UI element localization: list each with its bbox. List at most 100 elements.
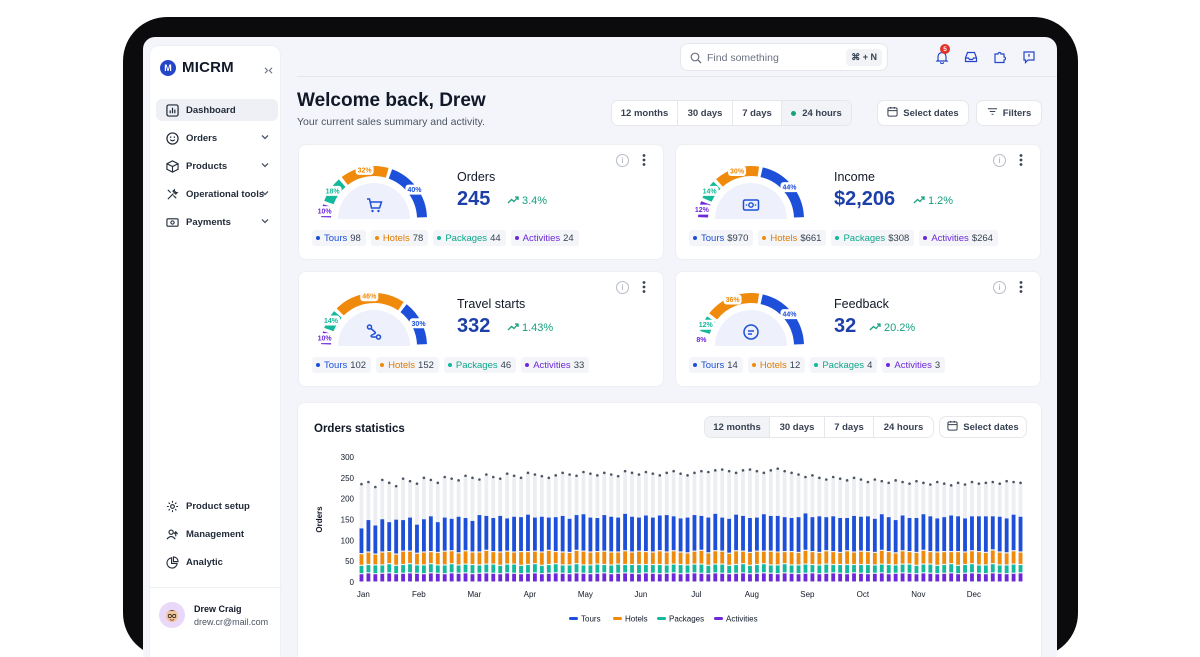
total-marker [700,469,703,473]
stats-range-30-days[interactable]: 30 days [770,417,825,437]
bar-hotels [872,553,877,565]
total-marker [776,467,780,470]
bar-packages [970,564,974,573]
filter-icon [987,106,998,120]
total-marker [956,481,960,485]
bar-activities [1011,573,1016,582]
feedback-icon[interactable] [1022,50,1036,64]
bar-activities [505,573,510,582]
gauge-label: 30% [412,321,427,328]
bar-packages [831,565,836,573]
sidebar-item-operational-tools[interactable]: Operational tools [156,183,278,205]
total-marker [720,468,724,471]
sidebar-item-product-setup[interactable]: Product setup [156,495,278,517]
bar-packages [616,564,621,573]
stats-range-12-months[interactable]: 12 months [705,417,770,437]
bar-tours [380,519,385,552]
brand[interactable]: M MICRM [160,59,234,76]
range-12-months[interactable]: 12 months [612,101,678,125]
total-marker [734,471,738,475]
total-marker [672,469,675,473]
bar-tours [415,524,419,553]
sidebar-item-dashboard[interactable]: Dashboard [156,99,278,121]
bar-packages [560,565,565,573]
bar-packages [623,565,628,573]
bar-tours [963,518,967,552]
stats-range-24-hours[interactable]: 24 hours [874,417,933,437]
bar-activities [456,573,461,582]
info-icon[interactable]: i [993,281,1006,294]
bar-packages [463,564,468,573]
legend-chip: Hotels $661 [758,230,827,246]
gauge-chart: 10% 18% 32% 40% [315,164,427,219]
bar-tours [949,515,954,551]
total-marker [658,474,662,477]
bar-hotels [366,552,371,564]
info-icon[interactable]: i [616,154,629,167]
bar-hotels [831,552,836,564]
bar-packages [803,564,808,573]
bar-activities [387,573,392,582]
bar-activities [428,573,433,582]
sidebar-item-products[interactable]: Products [156,155,278,177]
total-marker [755,469,759,473]
search-input[interactable]: Find something ⌘ + N [680,43,888,71]
stats-select-dates-button[interactable]: Select dates [939,416,1027,438]
bar-packages [699,564,704,573]
chevron-down-icon [260,216,270,229]
inbox-icon[interactable] [964,50,978,64]
more-options-icon[interactable] [642,280,646,294]
user-profile[interactable]: Drew Craig drew.cr@mail.com [150,587,282,628]
more-options-icon[interactable] [1019,153,1023,167]
bar-packages [359,565,364,574]
total-marker [977,482,981,485]
bar-activities [380,573,385,582]
total-marker [589,472,592,475]
bar-hotels [699,550,704,564]
bar-activities [616,573,621,582]
info-icon[interactable]: i [616,281,629,294]
sidebar-item-payments[interactable]: Payments [156,211,278,233]
filters-label: Filters [1002,107,1032,119]
filters-button[interactable]: Filters [976,100,1042,126]
more-options-icon[interactable] [642,153,646,167]
bar-packages [456,565,461,573]
puzzle-icon[interactable] [993,50,1007,64]
collapse-sidebar-icon[interactable] [264,66,273,77]
legend-chip: Tours 102 [312,357,372,373]
sidebar-item-management[interactable]: Management [156,523,278,545]
sidebar-item-orders[interactable]: Orders [156,127,278,149]
bar-hotels [657,551,662,564]
gauge-center [715,310,787,346]
bar-packages [921,564,926,573]
total-marker [387,481,391,485]
bar-activities [581,573,586,582]
bar-hotels [428,552,433,564]
bar-hotels [734,551,739,564]
bar-activities [893,573,898,582]
bar-packages [1011,564,1016,573]
bar-tours [734,514,739,551]
stats-range-7-days[interactable]: 7 days [825,417,874,437]
bar-packages [491,564,496,573]
bar-activities [803,573,808,582]
bar-tours [387,522,392,551]
range-30-days[interactable]: 30 days [678,101,733,125]
select-dates-button[interactable]: Select dates [877,100,969,126]
bar-packages [720,564,725,573]
sidebar-item-analytic[interactable]: Analytic [156,551,278,573]
info-icon[interactable]: i [993,154,1006,167]
range-7-days[interactable]: 7 days [733,101,782,125]
bar-tours [574,515,579,550]
range-24-hours[interactable]: 24 hours [782,101,851,125]
gauge-label: 30% [730,168,745,175]
bar-packages [727,565,732,574]
total-marker [727,469,731,473]
bar-hotels [602,551,607,564]
bar-tours [602,515,607,551]
bar-hotels [449,551,454,564]
bar-hotels [671,551,676,564]
bar-hotels [470,552,475,564]
total-marker [568,473,571,476]
more-options-icon[interactable] [1019,280,1023,294]
